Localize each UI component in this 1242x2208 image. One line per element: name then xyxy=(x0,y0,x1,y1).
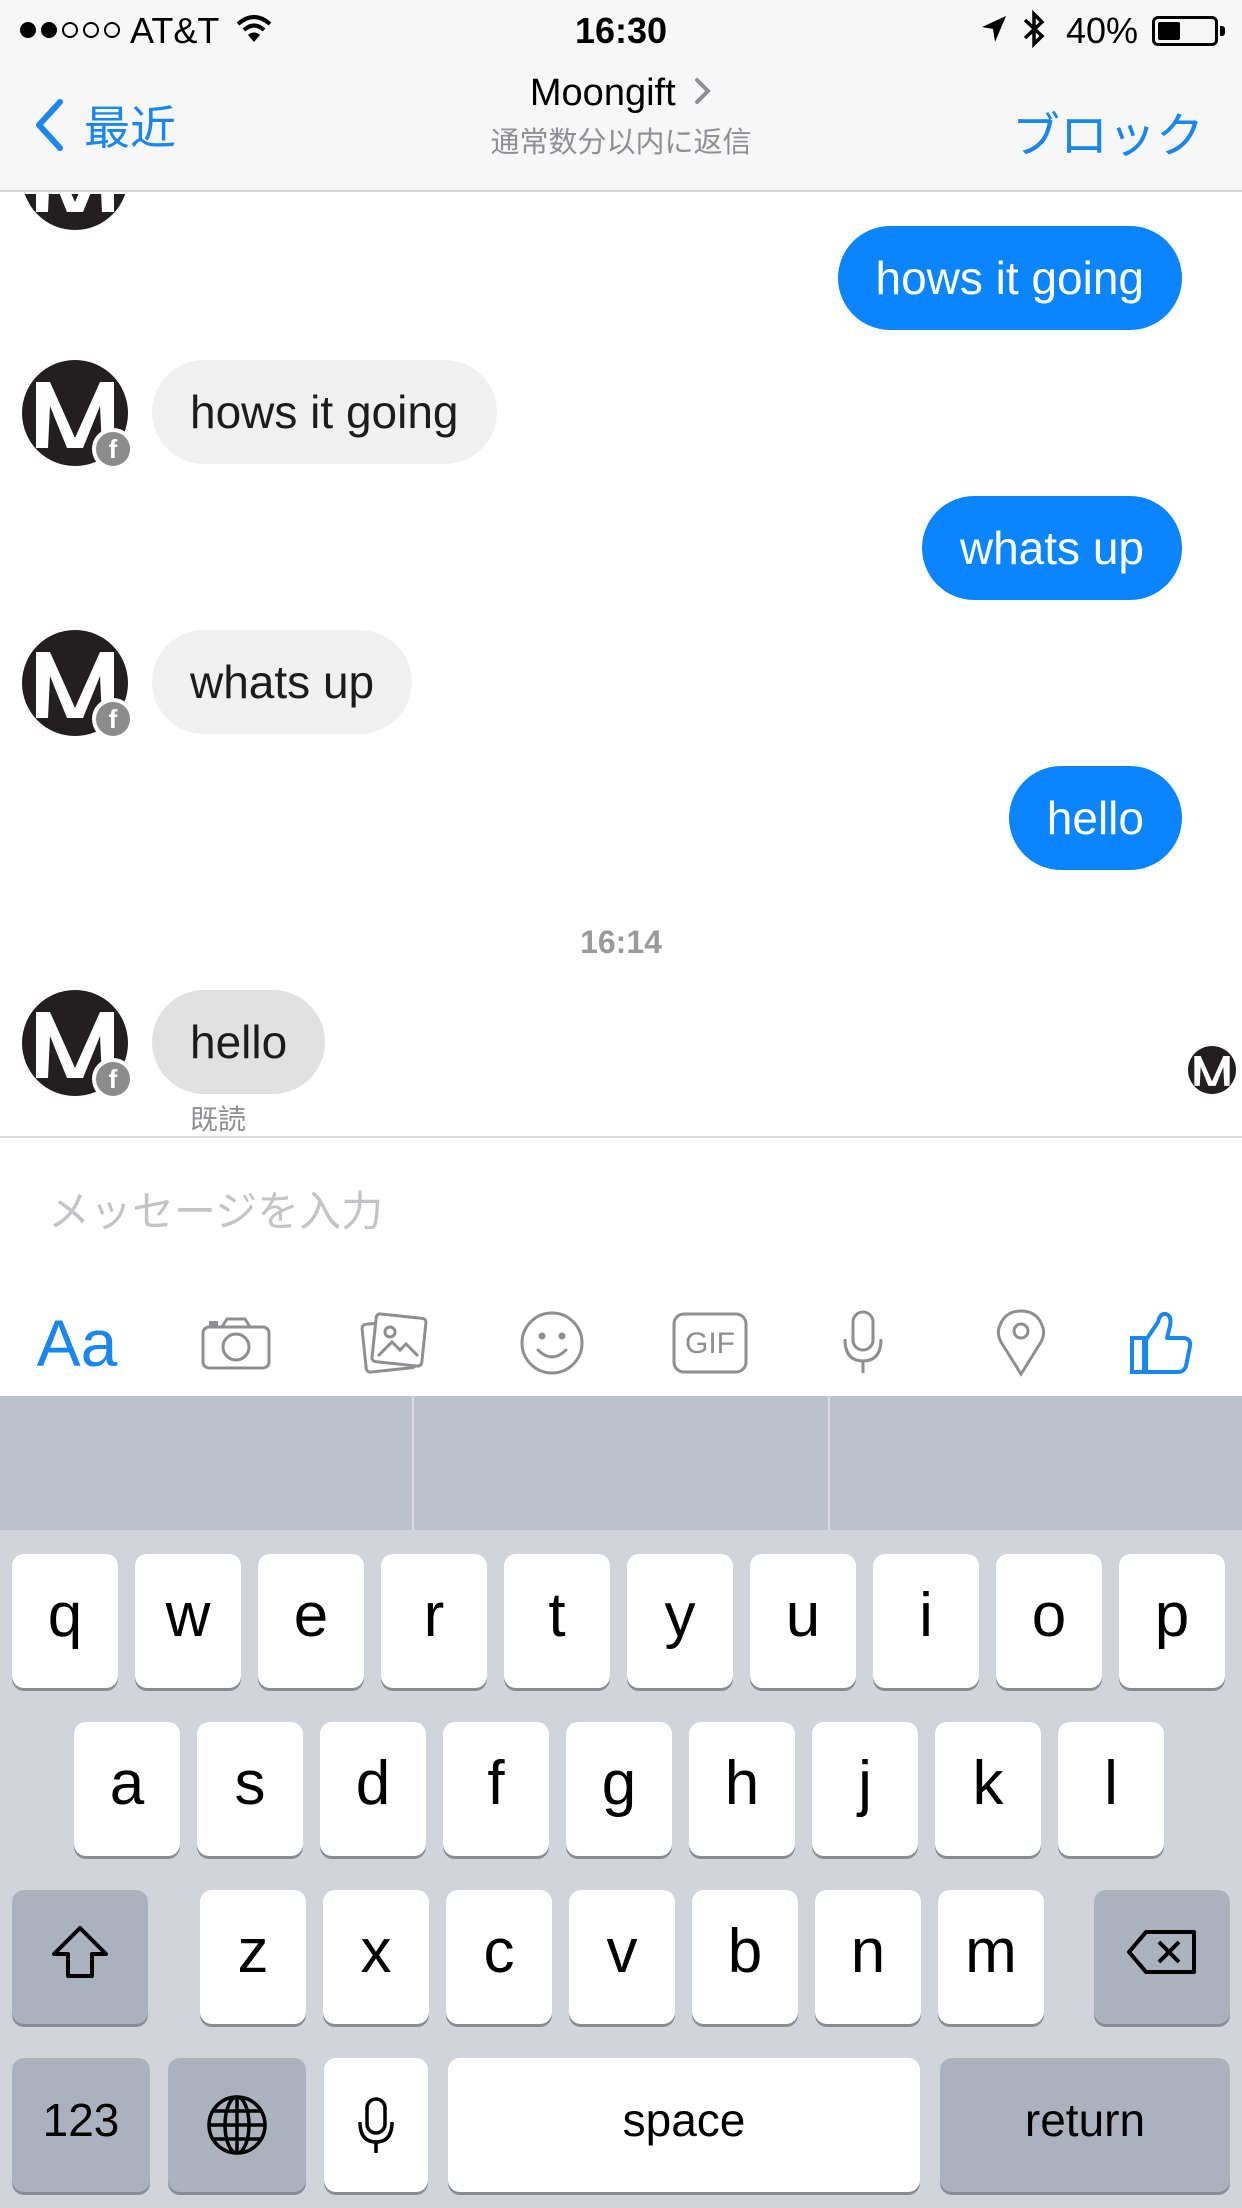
photo-gallery-icon[interactable] xyxy=(339,1288,449,1398)
key-r[interactable]: r xyxy=(381,1554,487,1688)
message-thread[interactable]: hows it going f hows it going whats up f… xyxy=(0,194,1242,1136)
key-y[interactable]: y xyxy=(627,1554,733,1688)
key-d[interactable]: d xyxy=(320,1722,426,1856)
seen-by-avatar xyxy=(1188,1046,1236,1094)
facebook-badge-icon: f xyxy=(92,428,134,470)
numbers-key[interactable]: 123 xyxy=(12,2058,150,2192)
avatar xyxy=(22,194,128,230)
gif-label: GIF xyxy=(685,1327,735,1360)
key-p[interactable]: p xyxy=(1119,1554,1225,1688)
space-key[interactable]: space xyxy=(448,2058,920,2192)
incoming-message-bubble[interactable]: whats up xyxy=(152,630,413,734)
battery-level-fill xyxy=(1158,22,1180,40)
text-format-icon[interactable]: Aa xyxy=(22,1288,132,1398)
message-timestamp: 16:14 xyxy=(580,924,662,960)
key-x[interactable]: x xyxy=(323,1890,429,2024)
key-n[interactable]: n xyxy=(815,1890,921,2024)
key-b[interactable]: b xyxy=(692,1890,798,2024)
key-h[interactable]: h xyxy=(689,1722,795,1856)
contact-name: Moongift xyxy=(529,72,676,114)
incoming-message-bubble[interactable]: hows it going xyxy=(152,360,497,464)
battery-percentage: 40% xyxy=(1066,10,1139,51)
status-time: 16:30 xyxy=(574,10,668,51)
block-button[interactable]: ブロック xyxy=(1012,96,1204,166)
key-u[interactable]: u xyxy=(750,1554,856,1688)
predictive-text-bar[interactable] xyxy=(0,1396,1242,1530)
incoming-message-bubble[interactable]: hello xyxy=(152,990,326,1094)
key-w[interactable]: w xyxy=(135,1554,241,1688)
message-input[interactable]: メッセージを入力 xyxy=(48,1178,383,1239)
facebook-badge-icon: f xyxy=(92,1058,134,1100)
key-e[interactable]: e xyxy=(258,1554,364,1688)
facebook-badge-icon: f xyxy=(92,698,134,740)
return-key[interactable]: return xyxy=(940,2058,1230,2192)
battery-icon xyxy=(1152,16,1218,46)
microphone-icon[interactable] xyxy=(808,1288,918,1398)
emoji-icon[interactable] xyxy=(497,1288,607,1398)
top-bar: AT&T 16:30 40% 最近 Moongift 通常数分以内に返信 ブロッ… xyxy=(0,0,1242,192)
key-q[interactable]: q xyxy=(12,1554,118,1688)
composer-toolbar: Aa GIF xyxy=(0,1288,1242,1398)
battery-tip xyxy=(1220,26,1225,36)
shift-key[interactable] xyxy=(12,1890,148,2024)
delete-key[interactable] xyxy=(1094,1890,1230,2024)
key-o[interactable]: o xyxy=(996,1554,1102,1688)
key-k[interactable]: k xyxy=(935,1722,1041,1856)
chevron-right-icon xyxy=(694,77,712,110)
camera-icon[interactable] xyxy=(181,1288,291,1398)
key-t[interactable]: t xyxy=(504,1554,610,1688)
key-v[interactable]: v xyxy=(569,1890,675,2024)
location-arrow-icon xyxy=(980,14,1008,53)
dictation-key[interactable] xyxy=(324,2058,428,2192)
key-z[interactable]: z xyxy=(200,1890,306,2024)
key-a[interactable]: a xyxy=(74,1722,180,1856)
key-m[interactable]: m xyxy=(938,1890,1044,2024)
key-l[interactable]: l xyxy=(1058,1722,1164,1856)
status-bar: AT&T 16:30 40% xyxy=(0,0,1242,60)
key-f[interactable]: f xyxy=(443,1722,549,1856)
key-j[interactable]: j xyxy=(812,1722,918,1856)
thumbs-up-icon[interactable] xyxy=(1106,1288,1216,1398)
read-receipt-label: 既読 xyxy=(190,1104,247,1135)
keyboard: qwertyuiop asdfghjkl zxcvbnm 123 space r… xyxy=(0,1396,1242,2208)
location-pin-icon[interactable] xyxy=(966,1288,1076,1398)
outgoing-message-bubble[interactable]: hello xyxy=(1008,766,1182,870)
text-format-label: Aa xyxy=(36,1306,118,1380)
key-c[interactable]: c xyxy=(446,1890,552,2024)
key-s[interactable]: s xyxy=(197,1722,303,1856)
outgoing-message-bubble[interactable]: whats up xyxy=(921,496,1182,600)
message-composer: メッセージを入力 Aa GIF xyxy=(0,1136,1242,1396)
globe-key[interactable] xyxy=(168,2058,306,2192)
key-i[interactable]: i xyxy=(873,1554,979,1688)
outgoing-message-bubble[interactable]: hows it going xyxy=(837,226,1182,330)
gif-icon[interactable]: GIF xyxy=(655,1288,765,1398)
bluetooth-icon xyxy=(1022,9,1046,57)
key-g[interactable]: g xyxy=(566,1722,672,1856)
